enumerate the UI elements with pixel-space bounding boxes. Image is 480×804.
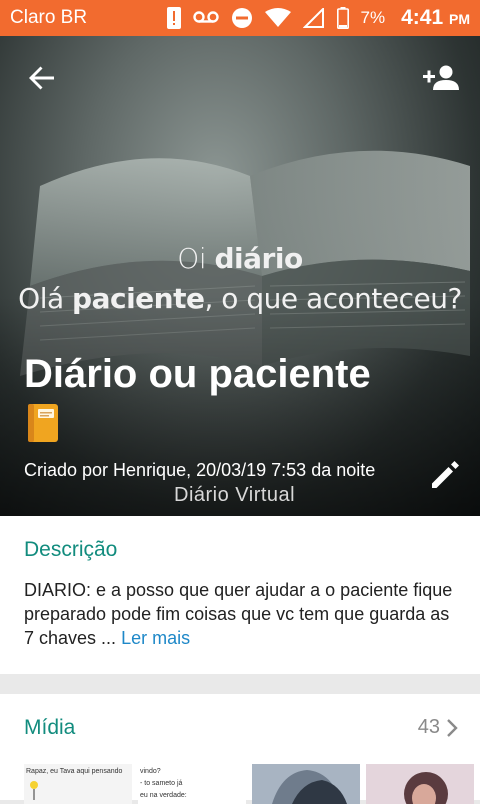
- photo-caption-line2-bold: paciente: [72, 282, 205, 315]
- back-button[interactable]: [26, 62, 58, 94]
- alert-icon: [166, 7, 181, 29]
- media-thumbnail[interactable]: [252, 764, 360, 804]
- description-section: Descrição DIARIO: e a posso que quer aju…: [0, 516, 480, 674]
- media-thumbnail[interactable]: Rapaz, eu Tava aqui pensando: [24, 764, 132, 804]
- group-name: Diário ou paciente: [24, 348, 404, 452]
- add-participant-button[interactable]: [422, 62, 462, 94]
- description-text: DIARIO: e a posso que quer ajudar a o pa…: [24, 580, 453, 648]
- add-person-icon: [423, 65, 459, 90]
- photo-watermark: Diário Virtual: [174, 484, 296, 506]
- description-title: Descrição: [24, 538, 118, 561]
- thumbnail-text: - to sameto já: [140, 780, 183, 787]
- group-name-text: Diário ou paciente: [24, 352, 371, 396]
- group-header: Oi diário Olá paciente, o que aconteceu?…: [0, 36, 480, 516]
- thumbnail-text: vindo?: [140, 768, 161, 775]
- description-body[interactable]: DIARIO: e a posso que quer ajudar a o pa…: [24, 578, 456, 650]
- clock-time: 4:41: [401, 6, 444, 29]
- photo-caption-line2: Olá paciente, o que aconteceu?: [0, 282, 480, 315]
- dnd-icon: [231, 7, 253, 29]
- photo-image: [404, 772, 448, 804]
- media-thumbnail[interactable]: [366, 764, 474, 804]
- voicemail-icon: [192, 11, 219, 25]
- photo-caption-line1-bold: diário: [214, 242, 304, 275]
- notebook-emoji-icon: [26, 403, 60, 443]
- arrow-back-icon: [29, 66, 54, 90]
- chevron-right-icon: [447, 718, 458, 737]
- media-count-link[interactable]: 43: [418, 716, 458, 739]
- status-icons: 7% 4:41 PM: [166, 6, 470, 30]
- photo-caption-line1-plain: Oi: [177, 242, 215, 275]
- no-signal-icon: [302, 8, 325, 28]
- created-by-text: Criado por Henrique, 20/03/19 7:53 da no…: [24, 460, 376, 480]
- sketch-image: [272, 770, 347, 804]
- media-section: Mídia 43 Rapaz, eu Tava aqui pensando vi…: [0, 694, 480, 804]
- photo-caption-line2-plain-a: Olá: [18, 282, 73, 315]
- battery-icon: [336, 7, 349, 29]
- media-count: 43: [417, 716, 440, 738]
- status-bar: Claro BR 7% 4:41 PM: [0, 0, 480, 36]
- stick-figure-icon: [30, 781, 38, 800]
- photo-caption-line1: Oi diário: [0, 242, 480, 275]
- clock-ampm: PM: [449, 11, 470, 27]
- carrier-name: Claro BR: [10, 7, 88, 28]
- clock: 4:41 PM: [401, 6, 470, 30]
- battery-percent: 7%: [360, 8, 386, 27]
- media-thumbnail[interactable]: vindo? - to sameto já eu na verdade:: [138, 764, 246, 804]
- photo-caption-line2-plain-b: , o que aconteceu?: [204, 282, 462, 315]
- thumbnail-text: Rapaz, eu Tava aqui pensando: [26, 768, 123, 775]
- media-thumbnails: Rapaz, eu Tava aqui pensando vindo? - to…: [24, 764, 474, 804]
- wifi-icon: [264, 8, 291, 28]
- read-more-link[interactable]: Ler mais: [121, 628, 190, 648]
- pencil-icon: [432, 461, 459, 488]
- thumbnail-text: eu na verdade:: [140, 792, 187, 799]
- edit-group-button[interactable]: [428, 458, 462, 492]
- media-title: Mídia: [24, 716, 76, 739]
